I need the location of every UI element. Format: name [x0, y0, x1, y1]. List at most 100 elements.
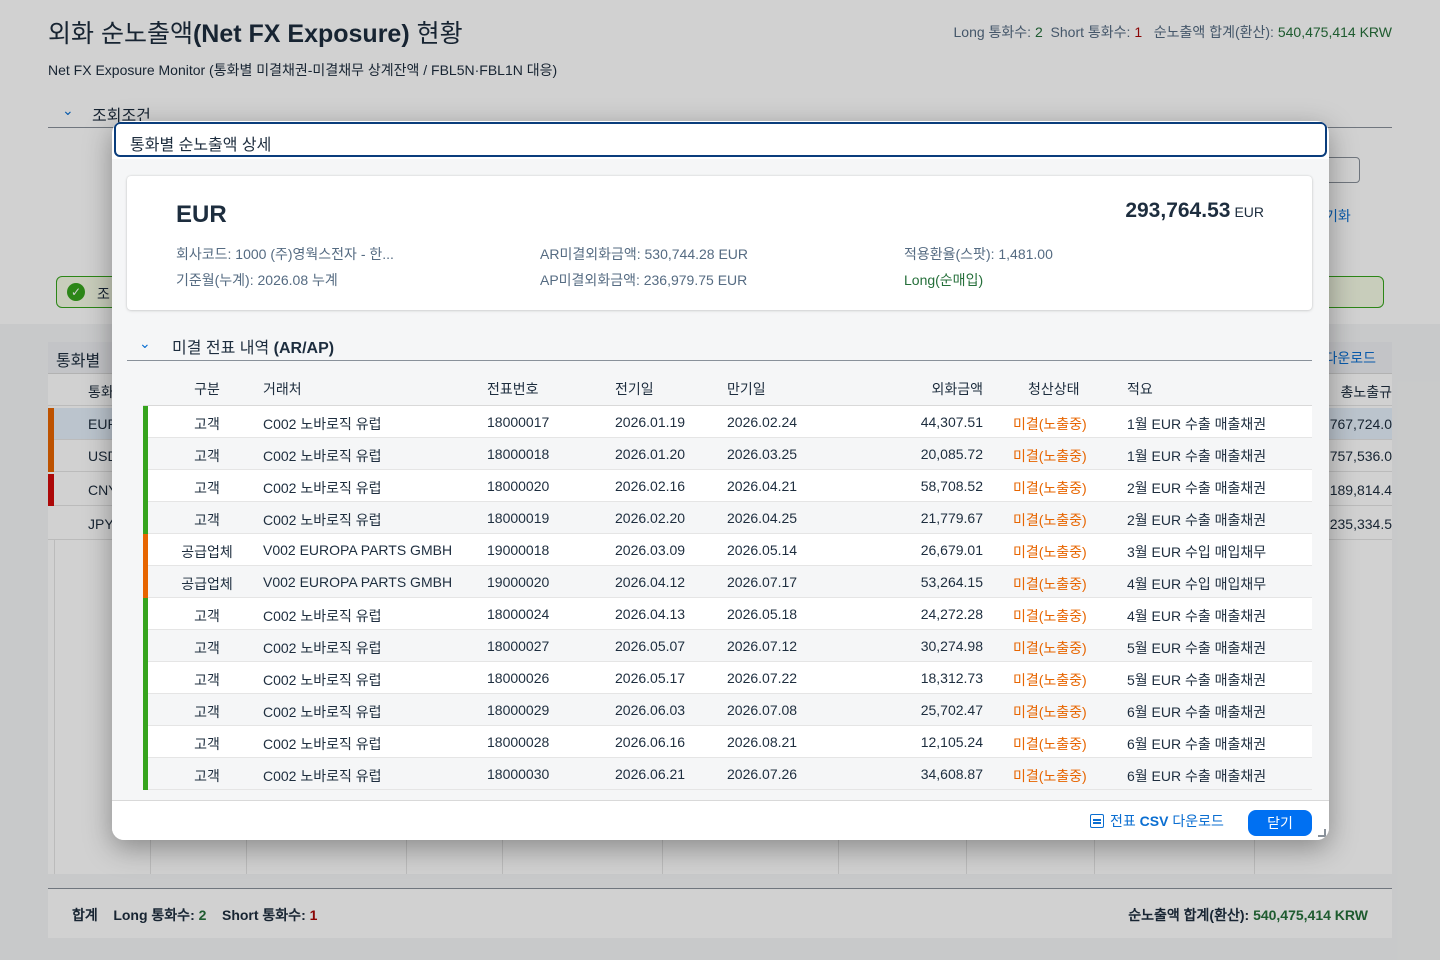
dialog-header[interactable]: 통화별 순노출액 상세 [114, 122, 1327, 157]
row-partner: C002 노바로직 유럽 [263, 704, 382, 720]
col-header-partner[interactable]: 거래처 [263, 379, 302, 399]
row-type-indicator [143, 726, 148, 758]
row-status: 미결(노출중) [1013, 544, 1087, 560]
row-type-indicator [143, 470, 148, 502]
table-row[interactable]: 고객 C002 노바로직 유럽 18000028 2026.06.16 2026.08.… [143, 726, 1312, 758]
row-doc-number: 18000019 [487, 510, 550, 526]
table-row[interactable]: 고객 C002 노바로직 유럽 18000029 2026.06.03 2026.07.… [143, 694, 1312, 726]
row-type: 고객 [194, 704, 220, 720]
row-type-indicator [143, 662, 148, 694]
row-memo: 2월 EUR 수출 매출채권 [1127, 512, 1267, 528]
row-type: 고객 [194, 416, 220, 432]
section-title: 미결 전표 내역 (AR/AP) [172, 340, 335, 357]
row-memo: 4월 EUR 수입 매입채무 [1127, 576, 1267, 592]
open-items-table: 구분 거래처 전표번호 전기일 만기일 외화금액 청산상태 적요 고객 C002 … [143, 370, 1312, 790]
row-fx-amount: 25,702.47 [920, 702, 983, 718]
row-fx-amount: 58,708.52 [920, 478, 983, 494]
card-ar-amount: AR미결외화금액: 530,744.28 EUR [540, 246, 749, 262]
row-partner: C002 노바로직 유럽 [263, 448, 382, 464]
table-row[interactable]: 공급업체 V002 EUROPA PARTS GMBH 19000018 2026.0… [143, 534, 1312, 566]
row-fx-amount: 20,085.72 [920, 446, 983, 462]
row-posting-date: 2026.06.16 [615, 734, 686, 750]
card-spot-rate: 적용환율(스팟): 1,481.00 [904, 246, 1053, 262]
currency-summary-card: EUR 293,764.53 EUR 회사코드: 1000 (주)영웍스전자 - … [127, 176, 1312, 310]
row-posting-date: 2026.01.19 [615, 414, 686, 430]
table-row[interactable]: 공급업체 V002 EUROPA PARTS GMBH 19000020 2026.0… [143, 566, 1312, 598]
col-header-memo[interactable]: 적요 [1127, 379, 1153, 399]
col-header-fx-amount[interactable]: 외화금액 [883, 379, 983, 399]
row-memo: 2월 EUR 수출 매출채권 [1127, 480, 1267, 496]
row-status: 미결(노출중) [1013, 768, 1087, 784]
dialog-content: EUR 293,764.53 EUR 회사코드: 1000 (주)영웍스전자 - … [112, 159, 1329, 800]
row-status: 미결(노출중) [1013, 704, 1087, 720]
card-period: 기준월(누계): 2026.08 누계 [176, 272, 338, 288]
row-type: 공급업체 [181, 544, 233, 560]
row-status: 미결(노출중) [1013, 736, 1087, 752]
row-due-date: 2026.04.25 [727, 510, 798, 526]
table-row[interactable]: 고객 C002 노바로직 유럽 18000027 2026.05.07 2026.07.… [143, 630, 1312, 662]
row-fx-amount: 44,307.51 [920, 414, 983, 430]
table-body: 고객 C002 노바로직 유럽 18000017 2026.01.19 2026.02.… [143, 406, 1312, 790]
table-row[interactable]: 고객 C002 노바로직 유럽 18000026 2026.05.17 2026.07.… [143, 662, 1312, 694]
row-status: 미결(노출중) [1013, 640, 1087, 656]
row-type: 고객 [194, 640, 220, 656]
row-partner: C002 노바로직 유럽 [263, 416, 382, 432]
row-posting-date: 2026.04.13 [615, 606, 686, 622]
row-type-indicator [143, 694, 148, 726]
row-memo: 6월 EUR 수출 매출채권 [1127, 736, 1267, 752]
table-row[interactable]: 고객 C002 노바로직 유럽 18000019 2026.02.20 2026.04.… [143, 502, 1312, 534]
col-header-posting-date[interactable]: 전기일 [615, 379, 654, 399]
row-status: 미결(노출중) [1013, 416, 1087, 432]
table-row[interactable]: 고객 C002 노바로직 유럽 18000024 2026.04.13 2026.05.… [143, 598, 1312, 630]
row-partner: V002 EUROPA PARTS GMBH [263, 574, 453, 590]
csv-download-button[interactable]: 전표 CSV 다운로드 [1090, 811, 1224, 831]
col-header-due-date[interactable]: 만기일 [727, 379, 766, 399]
currency-detail-dialog: 통화별 순노출액 상세 EUR 293,764.53 EUR 회사코드: 1000… [112, 121, 1329, 840]
close-button[interactable]: 닫기 [1248, 810, 1312, 836]
resize-handle-icon[interactable] [1318, 829, 1326, 837]
row-type-indicator [143, 630, 148, 662]
row-type: 고객 [194, 480, 220, 496]
row-status: 미결(노출중) [1013, 448, 1087, 464]
row-fx-amount: 26,679.01 [920, 542, 983, 558]
row-partner: V002 EUROPA PARTS GMBH [263, 542, 453, 558]
row-type-indicator [143, 758, 148, 790]
row-partner: C002 노바로직 유럽 [263, 512, 382, 528]
row-partner: C002 노바로직 유럽 [263, 640, 382, 656]
row-posting-date: 2026.03.09 [615, 542, 686, 558]
table-row[interactable]: 고객 C002 노바로직 유럽 18000030 2026.06.21 2026.07.… [143, 758, 1312, 790]
chevron-down-icon[interactable]: ⌄ [139, 335, 151, 352]
card-company: 회사코드: 1000 (주)영웍스전자 - 한... [176, 246, 394, 262]
row-fx-amount: 12,105.24 [920, 734, 983, 750]
row-status: 미결(노출중) [1013, 576, 1087, 592]
row-type: 공급업체 [181, 576, 233, 592]
row-type-indicator [143, 534, 148, 566]
row-due-date: 2026.07.22 [727, 670, 798, 686]
open-items-section-header[interactable]: ⌄ 미결 전표 내역 (AR/AP) [127, 329, 1312, 361]
row-doc-number: 18000018 [487, 446, 550, 462]
table-row[interactable]: 고객 C002 노바로직 유럽 18000018 2026.01.20 2026.03.… [143, 438, 1312, 470]
row-memo: 3월 EUR 수입 매입채무 [1127, 544, 1267, 560]
row-partner: C002 노바로직 유럽 [263, 480, 382, 496]
row-posting-date: 2026.02.20 [615, 510, 686, 526]
row-memo: 5월 EUR 수출 매출채권 [1127, 672, 1267, 688]
row-posting-date: 2026.06.03 [615, 702, 686, 718]
row-memo: 6월 EUR 수출 매출채권 [1127, 768, 1267, 784]
row-fx-amount: 21,779.67 [920, 510, 983, 526]
row-type: 고객 [194, 512, 220, 528]
row-type-indicator [143, 566, 148, 598]
row-memo: 5월 EUR 수출 매출채권 [1127, 640, 1267, 656]
card-position-status: Long(순매입) [904, 272, 984, 288]
row-partner: C002 노바로직 유럽 [263, 736, 382, 752]
card-currency: EUR [176, 201, 227, 228]
row-memo: 1월 EUR 수출 매출채권 [1127, 448, 1267, 464]
table-row[interactable]: 고객 C002 노바로직 유럽 18000017 2026.01.19 2026.02.… [143, 406, 1312, 438]
col-header-type[interactable]: 구분 [178, 379, 236, 399]
row-doc-number: 18000030 [487, 766, 550, 782]
col-header-status[interactable]: 청산상태 [1028, 379, 1080, 399]
spreadsheet-icon [1090, 814, 1104, 828]
table-row[interactable]: 고객 C002 노바로직 유럽 18000020 2026.02.16 2026.04.… [143, 470, 1312, 502]
col-header-doc[interactable]: 전표번호 [487, 379, 539, 399]
row-doc-number: 19000018 [487, 542, 550, 558]
row-fx-amount: 24,272.28 [920, 606, 983, 622]
